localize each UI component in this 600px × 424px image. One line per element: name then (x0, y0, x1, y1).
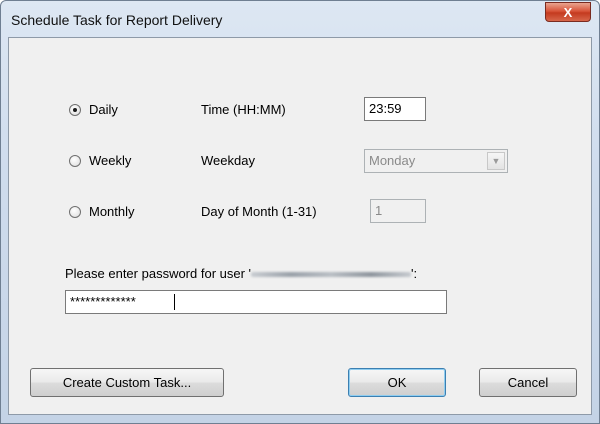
radio-weekly[interactable] (69, 155, 81, 167)
weekday-select[interactable]: Monday ▼ (364, 149, 508, 173)
day-of-month-label: Day of Month (1-31) (201, 204, 317, 219)
ok-button[interactable]: OK (348, 368, 446, 397)
redacted-username (251, 272, 412, 278)
password-value: ************* (70, 294, 136, 309)
cancel-button[interactable]: Cancel (479, 368, 577, 397)
password-prompt-prefix: Please enter password for user ' (65, 266, 252, 281)
text-caret (174, 294, 175, 310)
day-of-month-value: 1 (375, 203, 383, 218)
dialog-body: Daily Time (HH:MM) 23:59 Weekly Weekday … (8, 37, 592, 415)
radio-daily-label[interactable]: Daily (89, 102, 118, 117)
password-prompt-suffix: ': (411, 266, 418, 281)
password-prompt: Please enter password for user ' ': (65, 266, 417, 281)
create-custom-task-button[interactable]: Create Custom Task... (30, 368, 224, 397)
time-label: Time (HH:MM) (201, 102, 286, 117)
radio-monthly[interactable] (69, 206, 81, 218)
weekday-value: Monday (369, 153, 416, 168)
radio-daily[interactable] (69, 104, 81, 116)
title-bar[interactable]: Schedule Task for Report Delivery X (1, 1, 599, 37)
close-icon: X (563, 4, 573, 20)
time-input[interactable]: 23:59 (364, 97, 426, 121)
weekday-label: Weekday (201, 153, 255, 168)
dialog-window: Schedule Task for Report Delivery X Dail… (0, 0, 600, 424)
time-value: 23:59 (369, 101, 402, 116)
window-title: Schedule Task for Report Delivery (11, 12, 223, 28)
day-of-month-input[interactable]: 1 (370, 199, 426, 223)
radio-monthly-label[interactable]: Monthly (89, 204, 135, 219)
close-button[interactable]: X (545, 2, 591, 22)
password-input[interactable]: ************* (65, 290, 447, 314)
radio-weekly-label[interactable]: Weekly (89, 153, 131, 168)
chevron-down-icon: ▼ (487, 152, 505, 170)
